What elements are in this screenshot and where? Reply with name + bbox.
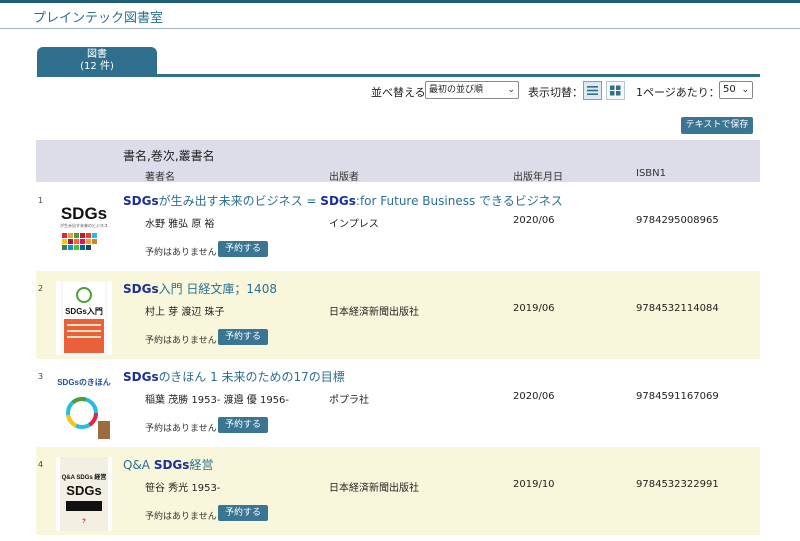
book-title-link[interactable]: SDGsのきほん 1 未来のための17の目標 [123,368,345,385]
book-title-link[interactable]: Q&A SDGs経営 [123,456,213,473]
save-as-text-button[interactable]: テキストで保存 [681,117,753,134]
svg-text:SDGs: SDGs [66,483,101,498]
book-title-link[interactable]: SDGsが生み出す未来のビジネス = SDGs:for Future Busin… [123,192,563,209]
cover-title-text: SDGs入門 [65,307,103,316]
tab-books-label: 図書 [87,49,107,60]
book-cover-art: SDGs入門 [61,280,107,356]
table-row: 2 SDGs入門 SDGs入門 日経文庫；1408 村上 芽 渡辺 珠子 日本経… [36,271,760,359]
publisher-cell: ポプラ社 [329,395,369,406]
list-view-icon [587,86,598,95]
book-cover-art: SDGs が生み出す未来のビジネス [56,193,112,267]
book-cover-image[interactable]: SDGs が生み出す未来のビジネス [56,193,112,267]
isbn-cell: 9784532322991 [636,479,719,490]
book-cover-art: SDGsのきほん [56,369,112,443]
date-cell: 2019/10 [513,479,555,490]
table-row: 1 SDGs が生み出す未来のビジネス SDGsが生み出す未来のビジネス = S… [36,183,760,271]
cover-title-text: SDGsのきほん [57,378,111,387]
chevron-down-icon: ⌄ [507,85,515,95]
cover-title-text: Q&A SDGs 経営 [62,473,107,481]
publisher-cell: 日本経済新聞出版社 [329,483,419,494]
row-number: 4 [38,460,44,469]
title-column-header: 書名,巻次,叢書名 [123,149,215,163]
reserve-button[interactable]: 予約する [218,505,268,521]
per-page-value: 50 [723,84,736,95]
author-cell: 水野 雅弘 原 裕 [145,219,215,230]
author-cell: 笹谷 秀光 1953- [145,483,221,494]
tab-underline [37,74,760,77]
site-header: プレインテック図書室 [0,3,800,29]
row-number: 3 [38,372,44,381]
per-page-select[interactable]: 50 ⌄ [719,81,753,99]
table-row: 3 SDGsのきほん SDGsのきほん 1 未来のための17の目標 稲葉 茂勝 … [36,359,760,447]
row-number: 2 [38,284,44,293]
chevron-down-icon: ⌄ [741,85,749,95]
grid-view-icon [610,85,621,96]
grid-view-button[interactable] [606,81,625,100]
tab-books-count: (12 件) [80,61,114,72]
date-column-header: 出版年月日 [513,172,563,183]
isbn-cell: 9784532114084 [636,303,719,314]
date-cell: 2020/06 [513,215,555,226]
book-title-link[interactable]: SDGs入門 日経文庫；1408 [123,280,277,297]
tab-books[interactable]: 図書 (12 件) [37,47,157,75]
date-cell: 2020/06 [513,391,555,402]
publisher-cell: 日本経済新聞出版社 [329,307,419,318]
cover-subtitle-text: が生み出す未来のビジネス [60,222,108,228]
book-cover-image[interactable]: Q&A SDGs 経営 SDGs ? [56,457,112,531]
author-column-header: 著者名 [145,172,175,183]
author-cell: 稲葉 茂勝 1953- 渡邉 優 1956- [145,395,290,406]
site-title[interactable]: プレインテック図書室 [33,7,163,26]
reservation-status: 予約はありません [145,248,217,258]
cover-title-text: SDGs [61,204,107,223]
sort-select[interactable]: 最初の並び順 ⌄ [425,81,519,99]
reserve-button[interactable]: 予約する [218,241,268,257]
publisher-column-header: 出版者 [329,172,359,183]
reserve-button[interactable]: 予約する [218,417,268,433]
view-toggle-label: 表示切替： [528,86,583,99]
book-cover-image[interactable]: SDGs入門 [56,280,112,356]
results-table-header: 書名,巻次,叢書名 著者名 出版者 出版年月日 ISBN1 [36,140,760,183]
author-cell: 村上 芽 渡辺 珠子 [145,307,225,318]
reservation-status: 予約はありません [145,424,217,434]
isbn-cell: 9784295008965 [636,215,719,226]
isbn-cell: 9784591167069 [636,391,719,402]
per-page-label: 1ページあたり： [636,86,720,99]
book-cover-art: Q&A SDGs 経営 SDGs ? [60,457,108,531]
sort-select-value: 最初の並び順 [429,85,484,95]
row-number: 1 [38,196,44,205]
publisher-cell: インプレス [329,219,379,230]
date-cell: 2019/06 [513,303,555,314]
isbn-column-header: ISBN1 [636,168,666,179]
table-row: 4 Q&A SDGs 経営 SDGs ? Q&A SDGs経営 笹谷 秀光 19… [36,447,760,535]
reservation-status: 予約はありません [145,336,217,346]
reservation-status: 予約はありません [145,512,217,522]
reserve-button[interactable]: 予約する [218,329,268,345]
book-cover-image[interactable]: SDGsのきほん [56,369,112,443]
list-view-button[interactable] [583,81,602,100]
svg-text:?: ? [82,519,86,525]
